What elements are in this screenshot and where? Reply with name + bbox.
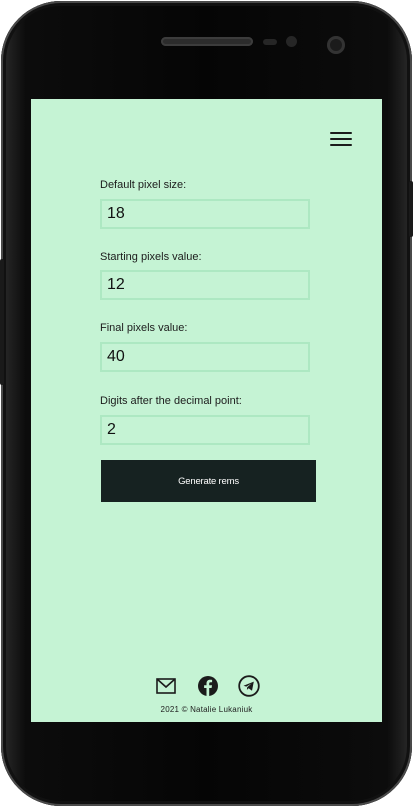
generate-rems-button[interactable]: Generate rems [101,460,316,502]
copyright-text: 2021 © Natalie Lukaniuk [160,705,253,714]
hamburger-menu-icon[interactable] [330,131,354,149]
default-pixel-input[interactable] [100,199,310,229]
light-sensor [286,36,297,47]
proximity-sensor [263,39,277,45]
front-camera [327,36,345,54]
starting-pixels-label: Starting pixels value: [100,251,202,263]
earpiece-speaker [161,37,253,46]
final-pixels-input[interactable] [100,342,310,372]
power-button [409,181,413,237]
default-pixel-label: Default pixel size: [100,179,187,191]
mail-icon[interactable] [155,675,177,697]
digits-input[interactable] [100,415,310,445]
volume-button [0,259,4,385]
digits-label: Digits after the decimal point: [100,395,242,407]
app-screen: Default pixel size: Starting pixels valu… [31,99,382,722]
final-pixels-label: Final pixels value: [100,322,188,334]
facebook-icon[interactable] [197,675,219,697]
starting-pixels-input[interactable] [100,270,310,300]
social-links [155,675,261,697]
telegram-icon[interactable] [238,675,260,697]
